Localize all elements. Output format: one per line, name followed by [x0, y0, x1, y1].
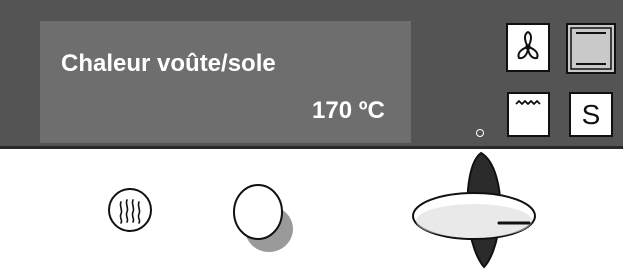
push-pop-knob[interactable]	[233, 184, 293, 252]
indicator-light	[476, 129, 484, 137]
grill-mode-button[interactable]	[507, 92, 550, 137]
fan-icon	[517, 31, 539, 60]
s-icon: S	[581, 98, 601, 130]
temperature-text: 170 ºC	[312, 97, 385, 124]
oven-control-panel: Chaleur voûte/sole 170 ºC S	[0, 0, 623, 276]
grill-icon	[515, 100, 541, 105]
warming-drawer-button[interactable]	[108, 188, 152, 232]
top-control-strip: Chaleur voûte/sole 170 ºC S	[0, 0, 623, 149]
fan-mode-button[interactable]	[506, 23, 550, 72]
special-mode-button[interactable]: S	[569, 92, 613, 137]
function-selector-knob[interactable]	[412, 151, 536, 269]
knob-panel	[0, 149, 623, 271]
mode-name-text: Chaleur voûte/sole	[61, 50, 276, 77]
top-bottom-heat-button[interactable]	[566, 23, 616, 74]
top-bottom-heat-icon	[570, 27, 612, 70]
